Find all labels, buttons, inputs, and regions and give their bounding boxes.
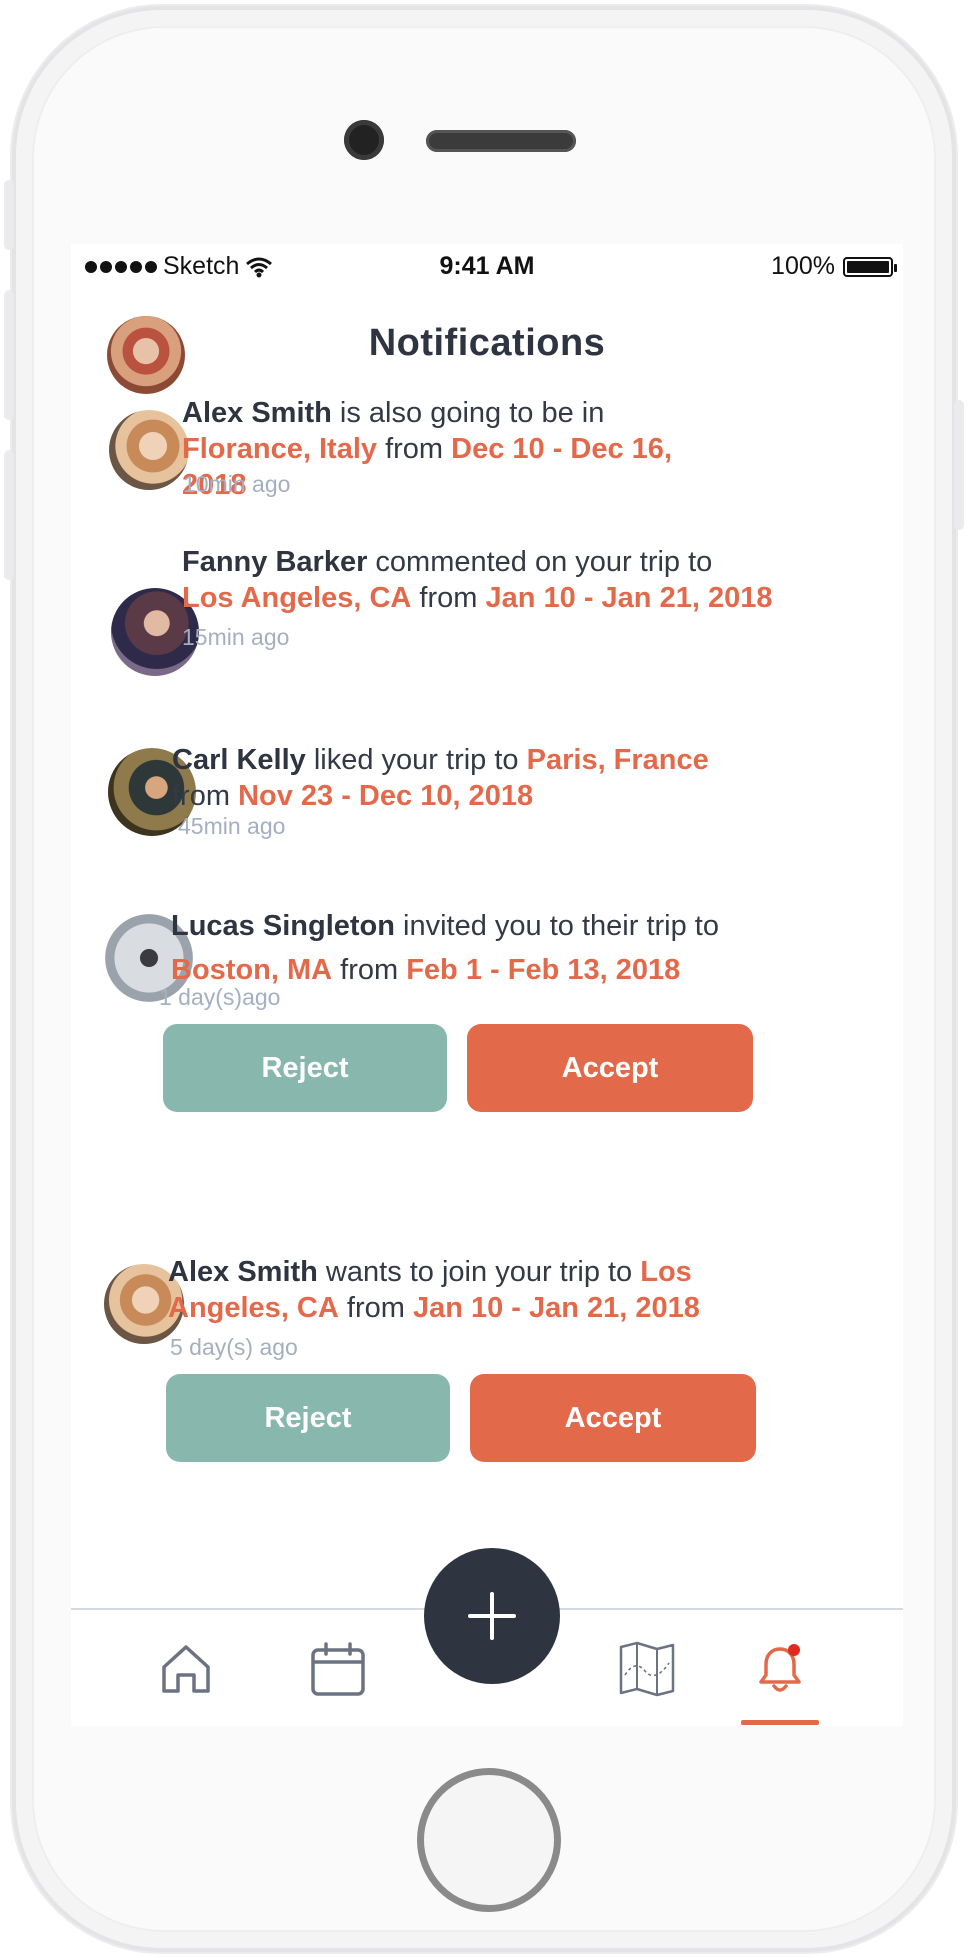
trip-dates: Jan 10 - Jan 21, 2018	[412, 1292, 700, 1324]
accept-button[interactable]: Accept	[470, 1374, 756, 1462]
timestamp: 5 day(s) ago	[170, 1334, 298, 1360]
page-title: Notifications	[368, 322, 606, 364]
home-button[interactable]	[417, 1768, 561, 1912]
status-bar: Sketch 9:41 AM 100%	[71, 244, 903, 290]
user-name[interactable]: Carl Kelly	[172, 744, 306, 776]
bell-icon	[759, 1644, 801, 1692]
front-camera	[344, 120, 384, 160]
add-trip-button[interactable]	[424, 1548, 560, 1684]
map-icon	[619, 1641, 675, 1697]
header: Notifications	[71, 316, 903, 394]
user-name[interactable]: Fanny Barker	[182, 546, 367, 578]
notification-text: Fanny Barker commented on your trip to L…	[182, 546, 773, 614]
timestamp: 10min ago	[183, 471, 291, 497]
tab-notifications[interactable]	[745, 1634, 815, 1704]
reject-button[interactable]: Reject	[163, 1024, 447, 1112]
calendar-icon	[311, 1642, 365, 1696]
trip-location[interactable]: Los Angeles, CA	[182, 582, 411, 614]
active-tab-indicator	[741, 1720, 819, 1725]
reject-button[interactable]: Reject	[166, 1374, 450, 1462]
side-button-mute	[4, 180, 14, 250]
notification-text: Lucas Singleton invited you to their tri…	[171, 910, 719, 986]
status-right: 100%	[771, 252, 897, 281]
avatar	[109, 410, 189, 490]
user-name[interactable]: Alex Smith	[182, 397, 332, 429]
trip-location[interactable]: Florance, Italy	[182, 433, 377, 465]
battery-icon	[843, 256, 897, 277]
timestamp: 1 day(s)ago	[159, 984, 281, 1010]
earpiece-speaker	[426, 130, 576, 152]
accept-button[interactable]: Accept	[467, 1024, 753, 1112]
notification-text: Carl Kelly liked your trip to Paris, Fra…	[172, 744, 709, 812]
trip-dates: Feb 1 - Feb 13, 2018	[406, 954, 681, 986]
tab-home[interactable]	[151, 1634, 221, 1704]
timestamp: 45min ago	[178, 813, 286, 839]
screen: Sketch 9:41 AM 100% Notifications Alex S…	[71, 244, 903, 1726]
timestamp: 15min ago	[182, 624, 290, 650]
trip-location[interactable]: Boston, MA	[171, 954, 332, 986]
trip-dates: Jan 10 - Jan 21, 2018	[485, 582, 773, 614]
tab-calendar[interactable]	[303, 1634, 373, 1704]
trip-location[interactable]: Paris, France	[527, 744, 709, 776]
side-button-volume-up	[4, 290, 14, 420]
side-button-volume-down	[4, 450, 14, 580]
battery-percent: 100%	[771, 252, 835, 280]
home-icon	[162, 1645, 210, 1693]
user-name[interactable]: Alex Smith	[168, 1256, 318, 1288]
trip-dates: Nov 23 - Dec 10, 2018	[238, 780, 534, 812]
notification-text: Alex Smith wants to join your trip to Lo…	[168, 1256, 700, 1324]
side-button-power	[954, 400, 964, 530]
user-name[interactable]: Lucas Singleton	[171, 910, 395, 942]
plus-icon	[468, 1592, 516, 1640]
tab-map[interactable]	[612, 1634, 682, 1704]
tab-bar	[71, 1548, 903, 1726]
